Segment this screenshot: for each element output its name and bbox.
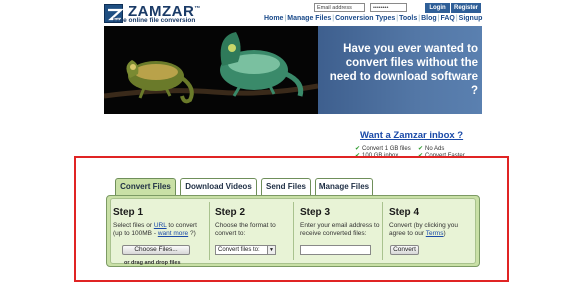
banner-headline: Have you ever wanted to convert files wi… bbox=[329, 43, 478, 97]
inbox-feature: ✔ No Ads bbox=[418, 146, 445, 152]
highlight-box bbox=[74, 156, 509, 282]
nav-home[interactable]: Home bbox=[264, 15, 283, 22]
register-button[interactable]: Register bbox=[451, 3, 481, 13]
inbox-feature: ✔ Convert 1 GB files bbox=[355, 146, 411, 152]
top-navigation: Home|Manage Files|Conversion Types|Tools… bbox=[264, 15, 483, 22]
login-button[interactable]: Login bbox=[425, 3, 450, 13]
nav-signup[interactable]: Signup bbox=[459, 15, 483, 22]
nav-faq[interactable]: FAQ bbox=[440, 15, 454, 22]
nav-tools[interactable]: Tools bbox=[399, 15, 417, 22]
inbox-promo-link[interactable]: Want a Zamzar inbox ? bbox=[360, 130, 463, 141]
brand-tagline: Free online file conversion bbox=[113, 17, 196, 24]
hero-banner: Have you ever wanted to convert files wi… bbox=[104, 26, 482, 114]
nav-blog[interactable]: Blog bbox=[421, 15, 437, 22]
nav-manage-files[interactable]: Manage Files bbox=[287, 15, 331, 22]
login-email-input[interactable] bbox=[314, 3, 365, 12]
login-password-input[interactable] bbox=[370, 3, 407, 12]
nav-conversion-types[interactable]: Conversion Types bbox=[335, 15, 395, 22]
chameleon-photo bbox=[104, 26, 319, 114]
